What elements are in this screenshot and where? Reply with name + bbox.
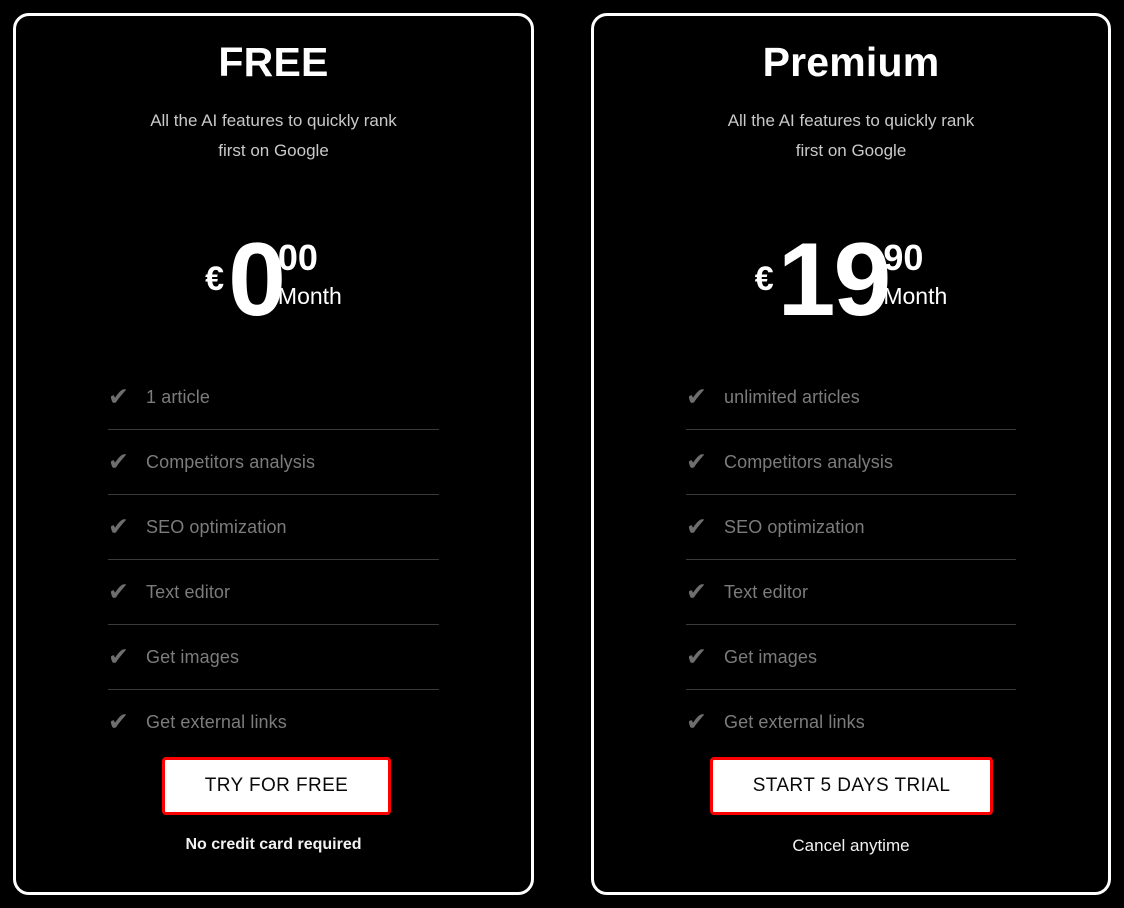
list-item: ✔ Text editor — [108, 560, 439, 625]
price-amount: 19 — [777, 222, 892, 338]
plan-title: FREE — [218, 39, 329, 85]
check-icon: ✔ — [686, 382, 707, 411]
pricing-card-free: FREE All the AI features to quickly rank… — [13, 13, 534, 895]
feature-label: Get external links — [146, 711, 287, 732]
card-inner: Premium All the AI features to quickly r… — [594, 16, 1108, 892]
check-icon: ✔ — [686, 512, 707, 541]
list-item: ✔ unlimited articles — [686, 365, 1016, 430]
check-icon: ✔ — [108, 447, 129, 476]
check-icon: ✔ — [686, 447, 707, 476]
cta-note: Cancel anytime — [792, 836, 910, 855]
list-item: ✔ 1 article — [108, 365, 439, 430]
plan-subtitle: All the AI features to quickly rank firs… — [594, 106, 1108, 166]
check-icon: ✔ — [686, 577, 707, 606]
check-icon: ✔ — [686, 642, 707, 671]
list-item: ✔ SEO optimization — [108, 495, 439, 560]
check-icon: ✔ — [108, 382, 129, 411]
check-icon: ✔ — [686, 707, 707, 736]
check-icon: ✔ — [108, 642, 129, 671]
check-icon: ✔ — [108, 512, 129, 541]
list-item: ✔ Get external links — [686, 690, 1016, 754]
list-item: ✔ SEO optimization — [686, 495, 1016, 560]
check-icon: ✔ — [108, 577, 129, 606]
price-block: € 0 00 Month — [16, 222, 531, 348]
feature-label: Competitors analysis — [146, 451, 316, 472]
feature-list: ✔ unlimited articles ✔ Competitors analy… — [686, 365, 1016, 754]
list-item: ✔ Competitors analysis — [686, 430, 1016, 495]
price-amount: 0 — [228, 222, 286, 338]
start-trial-button[interactable]: START 5 DAYS TRIAL — [710, 757, 993, 815]
list-item: ✔ Get images — [686, 625, 1016, 690]
plan-subtitle-line-1: All the AI features to quickly rank — [150, 111, 397, 130]
feature-label: Get images — [724, 646, 818, 667]
plan-subtitle: All the AI features to quickly rank firs… — [16, 106, 531, 166]
feature-label: 1 article — [146, 386, 210, 407]
feature-label: Text editor — [724, 581, 809, 602]
currency-symbol: € — [754, 260, 774, 298]
check-icon: ✔ — [108, 707, 129, 736]
plan-subtitle-line-2: first on Google — [218, 141, 329, 160]
feature-label: Get external links — [724, 711, 865, 732]
card-inner: FREE All the AI features to quickly rank… — [16, 16, 531, 892]
list-item: ✔ Competitors analysis — [108, 430, 439, 495]
feature-label: SEO optimization — [146, 516, 287, 537]
pricing-card-premium: Premium All the AI features to quickly r… — [591, 13, 1111, 895]
list-item: ✔ Get external links — [108, 690, 439, 754]
plan-subtitle-line-1: All the AI features to quickly rank — [727, 111, 975, 130]
feature-list: ✔ 1 article ✔ Competitors analysis ✔ SEO… — [108, 365, 439, 754]
feature-label: SEO optimization — [724, 516, 865, 537]
plan-title: Premium — [762, 39, 940, 85]
feature-label: unlimited articles — [724, 386, 860, 407]
price-suffix: 90 Month — [883, 240, 947, 308]
try-for-free-button[interactable]: TRY FOR FREE — [162, 757, 391, 815]
feature-label: Get images — [146, 646, 240, 667]
price-block: € 19 90 Month — [594, 222, 1108, 348]
plan-subtitle-line-2: first on Google — [795, 141, 907, 160]
price-cents: 00 — [277, 237, 318, 278]
list-item: ✔ Text editor — [686, 560, 1016, 625]
pricing-stage: FREE All the AI features to quickly rank… — [0, 0, 1124, 908]
price-suffix: 00 Month — [278, 240, 342, 308]
list-item: ✔ Get images — [108, 625, 439, 690]
feature-label: Competitors analysis — [724, 451, 894, 472]
cta-note: No credit card required — [185, 836, 362, 853]
feature-label: Text editor — [146, 581, 231, 602]
currency-symbol: € — [205, 260, 225, 298]
price-cents: 90 — [883, 237, 924, 278]
price-period: Month — [883, 283, 948, 309]
price-period: Month — [277, 283, 342, 309]
